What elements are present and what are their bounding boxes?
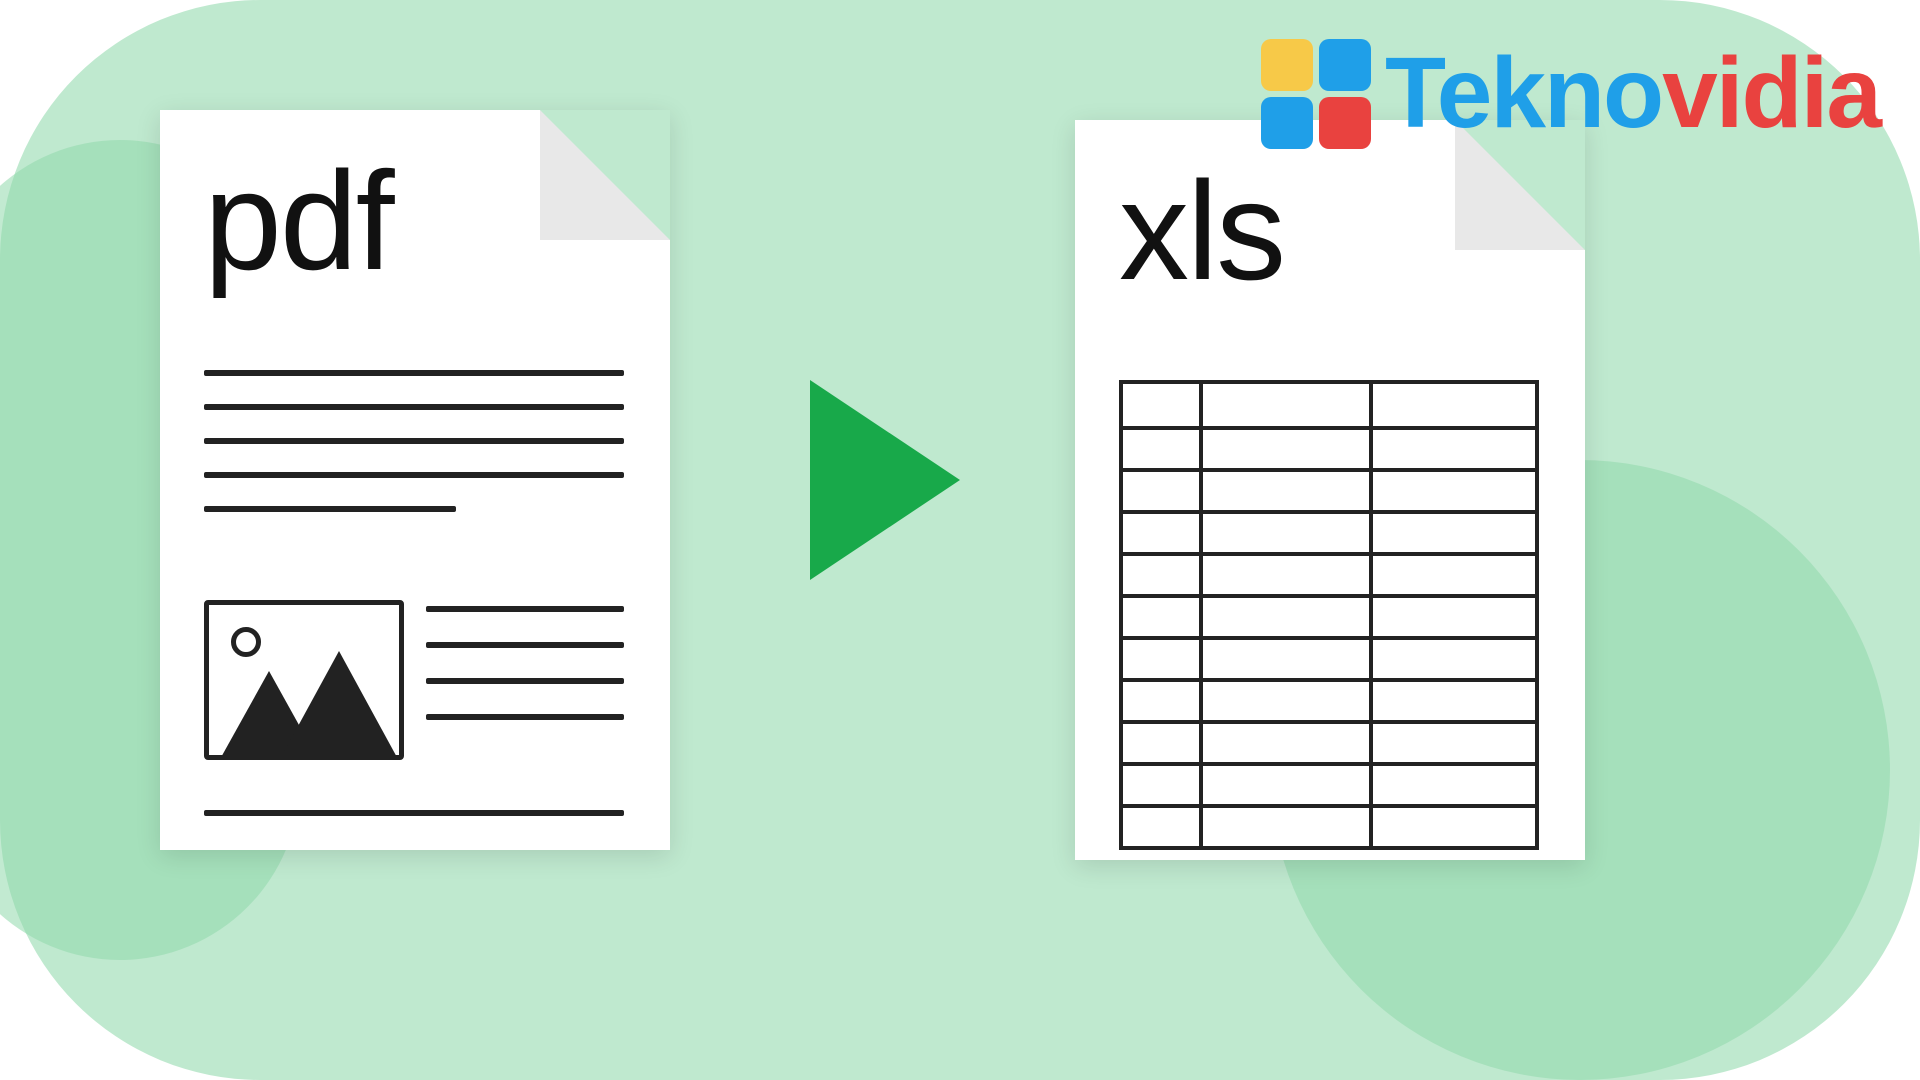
logo-text-part1: Tekno <box>1385 37 1662 149</box>
text-line <box>204 404 624 410</box>
logo-text: Teknovidia <box>1385 36 1880 151</box>
stage-background: pdf xls <box>0 0 1920 1080</box>
xls-label: xls <box>1119 150 1284 312</box>
pdf-side-lines <box>426 600 624 750</box>
image-placeholder-icon <box>204 600 404 760</box>
pdf-bottom-content <box>204 600 624 760</box>
text-line <box>204 472 624 478</box>
pdf-document-card: pdf <box>160 110 670 850</box>
logo-tiles-icon <box>1261 39 1371 149</box>
convert-arrow-icon <box>810 380 960 580</box>
logo-text-part2: vidia <box>1662 37 1880 149</box>
text-line <box>204 810 624 816</box>
text-line <box>426 606 624 612</box>
text-line <box>204 506 456 512</box>
teknovidia-logo: Teknovidia <box>1261 36 1880 151</box>
text-line <box>204 438 624 444</box>
text-line <box>426 678 624 684</box>
text-line <box>426 714 624 720</box>
spreadsheet-grid-icon <box>1119 380 1539 850</box>
page-fold-icon <box>540 110 670 240</box>
pdf-label: pdf <box>204 140 393 302</box>
xls-document-card: xls <box>1075 120 1585 860</box>
text-line <box>426 642 624 648</box>
pdf-text-lines <box>204 370 624 540</box>
text-line <box>204 370 624 376</box>
